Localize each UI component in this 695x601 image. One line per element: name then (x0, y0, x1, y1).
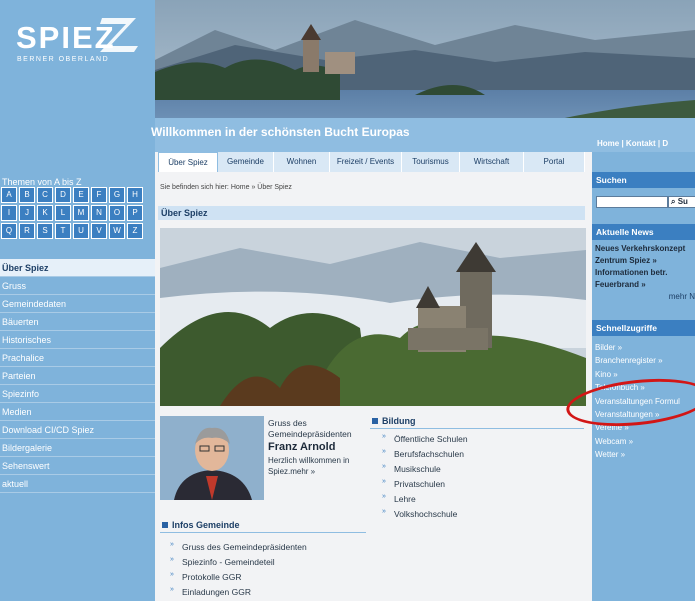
search-input[interactable] (596, 196, 668, 208)
mayor-name: Franz Arnold (268, 441, 336, 453)
left-navigation: Über Spiez Gruss Gemeindedaten Bäuerten … (0, 259, 155, 493)
az-letter[interactable]: V (91, 223, 107, 239)
list-item[interactable]: Lehre (380, 490, 468, 507)
list-item[interactable]: Einladungen GGR (168, 583, 307, 600)
list-item[interactable]: Spiezinfo - Gemeindeteil (168, 553, 307, 570)
az-letter[interactable]: S (37, 223, 53, 239)
news-item[interactable]: Neues Verkehrskonzept (595, 243, 695, 254)
bildung-list: Öffentliche Schulen Berufsfachschulen Mu… (380, 430, 468, 522)
news-item[interactable]: Informationen betr. (595, 267, 695, 278)
az-letter[interactable]: R (19, 223, 35, 239)
nav-item-prachalice[interactable]: Prachalice (0, 349, 155, 367)
search-icon: ⌕ (671, 197, 676, 206)
nav-item-aktuell[interactable]: aktuell (0, 475, 155, 493)
az-letter[interactable]: H (127, 187, 143, 203)
tab-gemeinde[interactable]: Gemeinde (218, 152, 274, 172)
nav-item-spiezinfo[interactable]: Spiezinfo (0, 385, 155, 403)
tab-freizeit-events[interactable]: Freizeit / Events (330, 152, 402, 172)
search-button[interactable]: ⌕ Su (668, 196, 695, 208)
logo-region: BERNER OBERLAND (17, 56, 110, 63)
az-letter[interactable]: B (19, 187, 35, 203)
quicklinks-heading: Schnellzugriffe (592, 320, 695, 336)
list-item[interactable]: Volkshochschule (380, 505, 468, 522)
list-item[interactable]: Gruss des Gemeindepräsidenten (168, 538, 307, 555)
search-button-label: Su (677, 197, 688, 206)
nav-item-sehenswert[interactable]: Sehenswert (0, 457, 155, 475)
bildung-heading: Bildung (370, 416, 584, 429)
az-index: A B C D E F G H I J K L M N O P Q R S T … (1, 187, 151, 239)
list-item[interactable]: Protokolle GGR (168, 568, 307, 585)
az-letter[interactable]: J (19, 205, 35, 221)
az-letter[interactable]: U (73, 223, 89, 239)
az-letter[interactable]: C (37, 187, 53, 203)
nav-item-gruss[interactable]: Gruss (0, 277, 155, 295)
quicklink-item[interactable]: Wetter » (595, 448, 695, 461)
infos-heading: Infos Gemeinde (160, 520, 366, 533)
az-letter[interactable]: K (37, 205, 53, 221)
list-item[interactable]: Privatschulen (380, 475, 468, 492)
nav-item-bildergalerie[interactable]: Bildergalerie (0, 439, 155, 457)
castle-photo (160, 228, 586, 406)
page-title: Über Spiez (158, 206, 585, 220)
az-letter[interactable]: O (109, 205, 125, 221)
az-letter[interactable]: Q (1, 223, 17, 239)
az-letter[interactable]: A (1, 187, 17, 203)
az-title: Themen von A bis Z (2, 177, 82, 187)
quicklink-item[interactable]: Webcam » (595, 435, 695, 448)
nav-item-baeuerten[interactable]: Bäuerten (0, 313, 155, 331)
nav-item-gemeindedaten[interactable]: Gemeindedaten (0, 295, 155, 313)
quicklink-item[interactable]: Bilder » (595, 341, 695, 354)
az-letter[interactable]: T (55, 223, 71, 239)
list-item[interactable]: Berufsfachschulen (380, 445, 468, 462)
spiez-logo[interactable]: SPIEZ BERNER OBERLAND (14, 14, 144, 70)
mayor-portrait[interactable] (160, 416, 264, 500)
breadcrumb[interactable]: Sie befinden sich hier: Home » Über Spie… (160, 184, 292, 191)
logo-z-mark (100, 18, 138, 52)
az-letter[interactable]: M (73, 205, 89, 221)
az-letter[interactable]: I (1, 205, 17, 221)
tab-wohnen[interactable]: Wohnen (274, 152, 330, 172)
list-item[interactable]: Öffentliche Schulen (380, 430, 468, 447)
az-letter[interactable]: D (55, 187, 71, 203)
tab-ueber-spiez[interactable]: Über Spiez (158, 152, 218, 172)
greeting-heading: Gruss des Gemeindepräsidenten (268, 418, 352, 439)
az-letter[interactable]: W (109, 223, 125, 239)
news-more-link[interactable]: mehr N (595, 291, 695, 302)
az-letter[interactable]: E (73, 187, 89, 203)
tab-portal[interactable]: Portal (524, 152, 585, 172)
welcome-slogan: Willkommen in der schönsten Bucht Europa… (151, 125, 410, 139)
quicklink-item[interactable]: Branchenregister » (595, 354, 695, 367)
news-item[interactable]: Zentrum Spiez » (595, 255, 695, 266)
nav-item-ueber-spiez[interactable]: Über Spiez (0, 259, 155, 277)
nav-item-historisches[interactable]: Historisches (0, 331, 155, 349)
az-letter[interactable]: N (91, 205, 107, 221)
tab-tourismus[interactable]: Tourismus (402, 152, 460, 172)
az-letter[interactable]: L (55, 205, 71, 221)
greeting-text[interactable]: Herzlich willkommen in Spiez.mehr » (268, 455, 368, 477)
news-list: Neues Verkehrskonzept Zentrum Spiez » In… (595, 243, 695, 302)
nav-item-medien[interactable]: Medien (0, 403, 155, 421)
infos-list: Gruss des Gemeindepräsidenten Spiezinfo … (168, 538, 307, 600)
news-item[interactable]: Feuerbrand » (595, 279, 695, 290)
nav-item-download[interactable]: Download CI/CD Spiez (0, 421, 155, 439)
az-letter[interactable]: P (127, 205, 143, 221)
news-heading: Aktuelle News (592, 224, 695, 240)
az-letter[interactable]: Z (127, 223, 143, 239)
nav-item-parteien[interactable]: Parteien (0, 367, 155, 385)
tab-wirtschaft[interactable]: Wirtschaft (460, 152, 524, 172)
main-tabs: Über Spiez Gemeinde Wohnen Freizeit / Ev… (158, 152, 585, 172)
az-letter[interactable]: F (91, 187, 107, 203)
list-item[interactable]: Musikschule (380, 460, 468, 477)
top-links[interactable]: Home | Kontakt | D (597, 139, 668, 148)
az-letter[interactable]: G (109, 187, 125, 203)
search-heading: Suchen (592, 172, 695, 188)
